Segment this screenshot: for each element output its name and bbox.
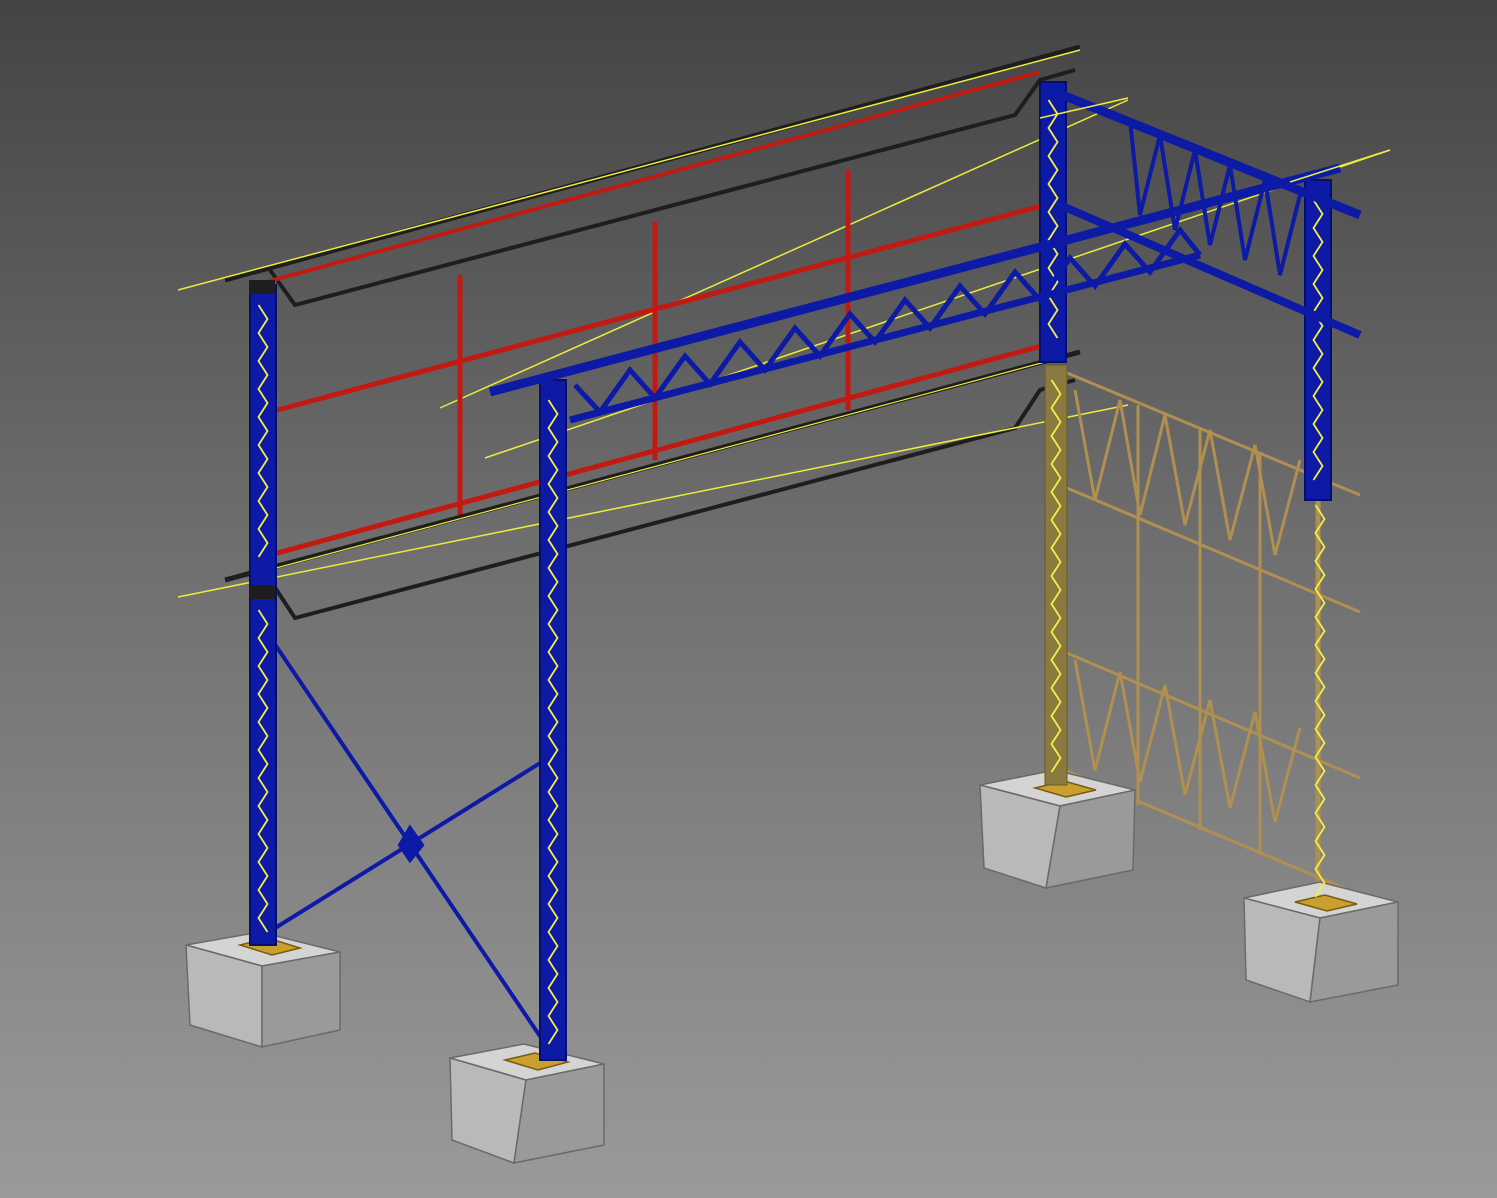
rear-purlin-line-3 [484,149,1391,459]
tan-rail-2 [1059,483,1361,614]
lower-gutter-channel [268,378,1076,621]
rear-purlin-line-1 [177,49,1081,291]
footing-front-left [185,931,341,1049]
column-rear-right-top [1304,179,1332,501]
column-front-mid [539,379,567,1061]
rear-red-rail [254,70,1041,287]
footing-rear-left [979,769,1136,889]
column-rear-left-top [1039,81,1067,363]
column-front-left [249,280,277,946]
column-rear-left-bottom [1044,364,1068,786]
cad-viewport[interactable] [0,0,1497,1198]
footing-rear-right [1243,881,1399,1004]
tan-rail-3 [1059,648,1361,780]
front-truss-top-chord [488,163,1342,397]
rear-gutter-group [177,44,1391,459]
front-truss-bottom-chord [569,251,1201,424]
structure-3d-view [177,44,1399,1165]
front-truss-web [573,225,1202,416]
rear-truss-top-chord [1048,85,1362,220]
footings [185,769,1399,1165]
tan-diag-1 [1073,389,1302,556]
red-wall-frame [269,170,1046,558]
footing-front-mid [449,1043,605,1165]
